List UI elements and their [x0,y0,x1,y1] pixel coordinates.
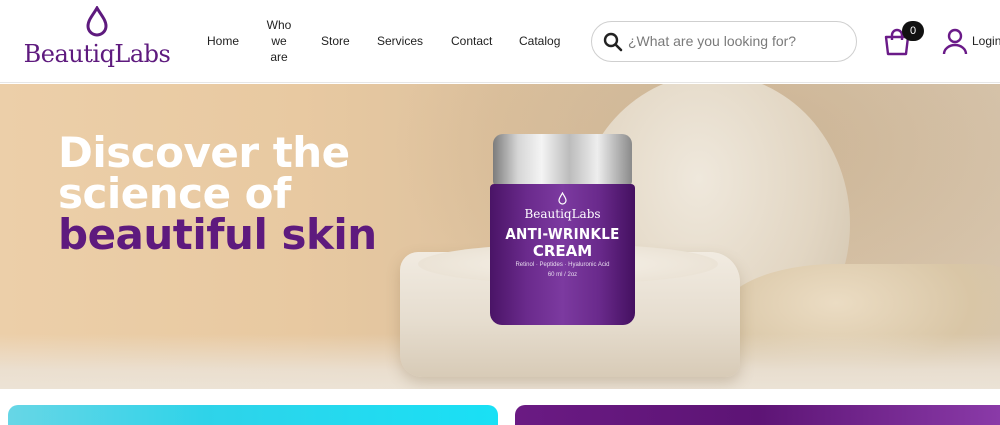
nav-who-we-are-line3: are [270,50,288,64]
product-jar-image: BeautiqLabs ANTI-WRINKLE CREAM Retinol ·… [490,134,635,360]
nav-contact[interactable]: Contact [451,33,492,49]
cart-count-badge: 0 [902,21,924,41]
search-bar[interactable] [591,21,857,62]
hero-headline-line1: Discover the [58,128,350,177]
hero-headline-line3: beautiful skin [58,210,377,259]
jar-volume: 60 ml / 2oz [547,272,578,278]
search-input[interactable] [628,31,843,51]
hero-banner: Discover the science of beautiful skin B… [0,84,1000,389]
nav-catalog[interactable]: Catalog [519,33,560,49]
jar-title-line1: ANTI-WRINKLE [505,225,620,243]
jar-drop-icon [558,192,567,205]
nav-who-we-are-line2: we [271,34,287,48]
brand-logo[interactable]: BeautiqLabs [22,6,172,76]
jar-brand: BeautiqLabs [524,207,601,221]
user-icon[interactable] [941,27,969,55]
hero-headline: Discover the science of beautiful skin [58,128,377,259]
brand-name: BeautiqLabs [23,40,171,68]
jar-ingredients: Retinol · Peptides · Hyaluronic Acid [515,262,610,268]
promo-card-purple[interactable] [515,405,1000,425]
search-icon[interactable] [603,32,623,52]
nav-home[interactable]: Home [207,33,239,49]
nav-who-we-are-line1: Who [266,18,292,32]
site-header: BeautiqLabs Home Who we are Store Servic… [0,0,1000,83]
hero-headline-line2: science of [58,169,291,218]
promo-card-teal[interactable] [8,405,498,425]
nav-who-we-are[interactable]: Who we are [264,17,294,65]
jar-lid [493,134,632,187]
login-link[interactable]: Login [972,34,1000,48]
nav-store[interactable]: Store [321,33,350,49]
nav-services[interactable]: Services [377,33,423,49]
drop-logo-icon [86,6,108,37]
jar-title-line2: CREAM [532,242,593,260]
